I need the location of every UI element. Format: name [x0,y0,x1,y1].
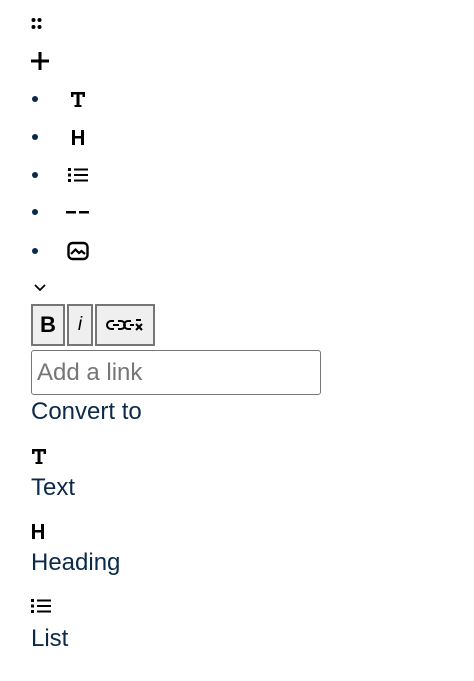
list-icon [30,594,56,618]
italic-button[interactable]: i [67,304,93,346]
block-item-list[interactable] [27,160,107,190]
format-toolbar: B i [31,304,157,350]
bullet [32,248,38,254]
add-block-button[interactable] [29,50,51,72]
block-item-divider[interactable] [27,197,107,227]
heading-icon [30,519,56,543]
heading-icon [65,125,91,149]
convert-to-heading: Convert to [31,398,142,425]
divider-icon [65,200,91,224]
block-item-image[interactable] [27,236,107,266]
link-input[interactable] [31,350,321,395]
image-icon [65,239,91,263]
list-icon [65,163,91,187]
bold-button[interactable]: B [31,304,65,346]
text-icon [30,444,56,468]
block-item-text[interactable] [27,84,107,114]
text-icon [65,87,91,111]
unlink-icon [106,319,143,331]
convert-option-list[interactable]: List [31,625,68,653]
unlink-button[interactable] [95,304,155,346]
bullet [32,134,38,140]
bullet [32,209,38,215]
block-item-heading[interactable] [27,122,107,152]
drag-handle-icon[interactable] [31,17,43,31]
chevron-down-icon [34,284,46,292]
convert-option-heading[interactable]: Heading [31,549,120,577]
expand-menu-button[interactable] [33,281,47,293]
bullet [32,96,38,102]
bullet [32,172,38,178]
plus-icon [31,52,49,70]
convert-option-text[interactable]: Text [31,474,75,502]
